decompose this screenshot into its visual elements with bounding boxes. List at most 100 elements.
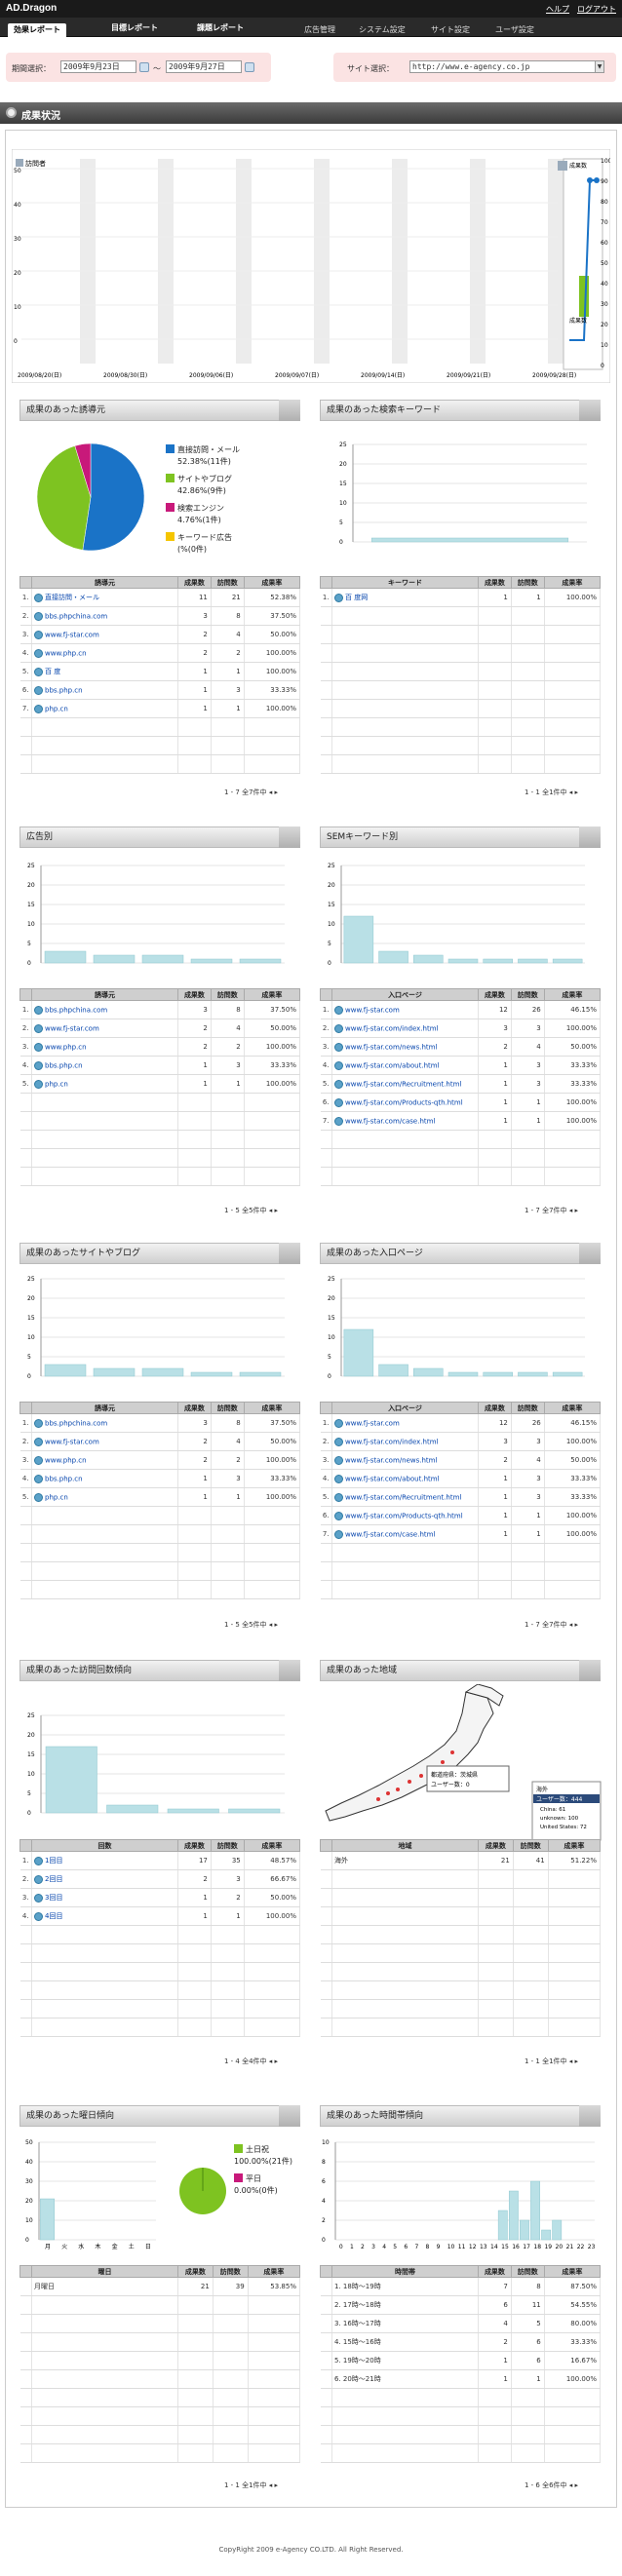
keyword-name-cell[interactable]: 百 度网 bbox=[331, 588, 479, 607]
weekday-col-header[interactable]: 成果数 bbox=[177, 2265, 214, 2278]
ad-name[interactable]: www.fj-star.com bbox=[45, 1024, 99, 1032]
entry-name-cell[interactable]: www.fj-star.com/about.html bbox=[331, 1469, 479, 1488]
source-name-cell[interactable]: php.cn bbox=[31, 699, 178, 718]
visits-col-header[interactable]: 訪問数 bbox=[210, 1839, 245, 1852]
source-col-header[interactable]: 成果数 bbox=[177, 576, 212, 589]
weekday-col-header[interactable]: 訪問数 bbox=[212, 2265, 249, 2278]
ad-name[interactable]: www.php.cn bbox=[45, 1043, 87, 1051]
entry-col-header[interactable]: 成果率 bbox=[543, 1402, 602, 1414]
site-col-header[interactable]: 誘導元 bbox=[31, 1402, 178, 1414]
site-name[interactable]: www.fj-star.com bbox=[45, 1438, 99, 1445]
hourly-name-cell[interactable]: 2. 17時〜18時 bbox=[331, 2295, 479, 2315]
visits-name[interactable]: 3回目 bbox=[45, 1894, 62, 1902]
site-name[interactable]: bbs.php.cn bbox=[45, 1475, 83, 1482]
hourly-col-header[interactable]: 時間帯 bbox=[331, 2265, 479, 2278]
source-name[interactable]: www.php.cn bbox=[45, 649, 87, 657]
region-col-header[interactable]: 成果数 bbox=[478, 1839, 514, 1852]
site-name-cell[interactable]: php.cn bbox=[31, 1487, 178, 1507]
chevron-down-icon[interactable]: ▼ bbox=[595, 61, 603, 72]
site-name-cell[interactable]: www.fj-star.com bbox=[31, 1432, 178, 1451]
keyword-col-header[interactable]: 訪問数 bbox=[510, 576, 545, 589]
nav-system-settings[interactable]: システム設定 bbox=[359, 24, 406, 35]
hourly-name-cell[interactable]: 4. 15時〜16時 bbox=[331, 2332, 479, 2352]
sem-name-cell[interactable]: www.fj-star.com bbox=[331, 1000, 479, 1019]
sem-name[interactable]: www.fj-star.com/about.html bbox=[345, 1061, 440, 1069]
sem-name-cell[interactable]: www.fj-star.com/about.html bbox=[331, 1056, 479, 1075]
source-name[interactable]: php.cn bbox=[45, 705, 68, 712]
visits-name-cell[interactable]: 4回目 bbox=[31, 1906, 178, 1926]
entry-col-header[interactable]: 訪問数 bbox=[510, 1402, 545, 1414]
visits-col-header[interactable]: 成果数 bbox=[177, 1839, 212, 1852]
ad-name[interactable]: bbs.php.cn bbox=[45, 1061, 83, 1069]
source-name[interactable]: bbs.phpchina.com bbox=[45, 612, 107, 620]
help-link[interactable]: ヘルプ bbox=[546, 4, 569, 15]
ad-name-cell[interactable]: php.cn bbox=[31, 1074, 178, 1094]
region-col-header[interactable]: 地域 bbox=[331, 1839, 479, 1852]
tab-effect-report[interactable]: 効果レポート bbox=[8, 23, 66, 37]
weekday-col-header[interactable]: 成果率 bbox=[247, 2265, 301, 2278]
source-name-cell[interactable]: www.php.cn bbox=[31, 643, 178, 663]
visits-name[interactable]: 1回目 bbox=[45, 1857, 62, 1865]
hourly-name-cell[interactable]: 3. 16時〜17時 bbox=[331, 2314, 479, 2333]
hourly-col-header[interactable]: 成果率 bbox=[543, 2265, 602, 2278]
sem-name[interactable]: www.fj-star.com/Products-qth.html bbox=[345, 1098, 463, 1106]
entry-name-cell[interactable]: www.fj-star.com/index.html bbox=[331, 1432, 479, 1451]
source-name[interactable]: www.fj-star.com bbox=[45, 631, 99, 638]
region-name-cell[interactable]: 海外 bbox=[331, 1851, 479, 1870]
visits-name-cell[interactable]: 1回目 bbox=[31, 1851, 178, 1870]
visits-name[interactable]: 2回目 bbox=[45, 1875, 62, 1883]
source-col-header[interactable]: 成果率 bbox=[243, 576, 301, 589]
ad-col-header[interactable]: 成果率 bbox=[243, 988, 301, 1001]
sem-name[interactable]: www.fj-star.com/index.html bbox=[345, 1024, 438, 1032]
site-select[interactable]: http://www.e-agency.co.jp bbox=[409, 60, 604, 73]
nav-site-settings[interactable]: サイト設定 bbox=[431, 24, 470, 35]
entry-name[interactable]: www.fj-star.com/Recruitment.html bbox=[345, 1493, 461, 1501]
site-col-header[interactable]: 成果数 bbox=[177, 1402, 212, 1414]
entry-name[interactable]: www.fj-star.com/news.html bbox=[345, 1456, 437, 1464]
sem-col-header[interactable]: 入口ページ bbox=[331, 988, 479, 1001]
weekday-name-cell[interactable]: 月曜日 bbox=[31, 2277, 178, 2296]
source-name-cell[interactable]: bbs.phpchina.com bbox=[31, 606, 178, 626]
tab-goal-report[interactable]: 目標レポート bbox=[105, 21, 164, 35]
sem-name[interactable]: www.fj-star.com/Recruitment.html bbox=[345, 1080, 461, 1088]
tab-issue-report[interactable]: 課題レポート bbox=[191, 21, 250, 35]
ad-col-header[interactable]: 誘導元 bbox=[31, 988, 178, 1001]
calendar-from-icon[interactable] bbox=[139, 62, 149, 72]
nav-user-settings[interactable]: ユーザ設定 bbox=[495, 24, 534, 35]
entry-name-cell[interactable]: www.fj-star.com/Products-qth.html bbox=[331, 1506, 479, 1525]
site-name[interactable]: www.php.cn bbox=[45, 1456, 87, 1464]
hourly-name-cell[interactable]: 1. 18時〜19時 bbox=[331, 2277, 479, 2296]
hourly-name-cell[interactable]: 6. 20時〜21時 bbox=[331, 2369, 479, 2389]
visits-col-header[interactable]: 成果率 bbox=[243, 1839, 301, 1852]
sem-col-header[interactable]: 成果数 bbox=[478, 988, 512, 1001]
entry-name-cell[interactable]: www.fj-star.com/case.html bbox=[331, 1524, 479, 1544]
period-to-input[interactable]: 2009年9月27日 bbox=[166, 60, 242, 73]
source-name-cell[interactable]: bbs.php.cn bbox=[31, 680, 178, 700]
source-name-cell[interactable]: www.fj-star.com bbox=[31, 625, 178, 644]
sem-name-cell[interactable]: www.fj-star.com/Products-qth.html bbox=[331, 1093, 479, 1112]
sem-name[interactable]: www.fj-star.com/case.html bbox=[345, 1117, 435, 1125]
nav-ad-management[interactable]: 広告管理 bbox=[304, 24, 335, 35]
keyword-col-header[interactable]: 成果数 bbox=[478, 576, 512, 589]
ad-name-cell[interactable]: bbs.php.cn bbox=[31, 1056, 178, 1075]
visits-name-cell[interactable]: 2回目 bbox=[31, 1869, 178, 1889]
entry-name-cell[interactable]: www.fj-star.com bbox=[331, 1413, 479, 1433]
ad-name[interactable]: bbs.phpchina.com bbox=[45, 1006, 107, 1014]
keyword-col-header[interactable]: キーワード bbox=[331, 576, 479, 589]
entry-name[interactable]: www.fj-star.com/Products-qth.html bbox=[345, 1512, 463, 1519]
entry-name[interactable]: www.fj-star.com/about.html bbox=[345, 1475, 440, 1482]
source-name-cell[interactable]: 百 度 bbox=[31, 662, 178, 681]
source-col-header[interactable]: 訪問数 bbox=[210, 576, 245, 589]
source-col-header[interactable]: 誘導元 bbox=[31, 576, 178, 589]
region-map[interactable]: 都道府県：茨城県 ユーザー数：0 海外 ユーザー数：444 China: 61 … bbox=[320, 1684, 603, 1850]
site-name-cell[interactable]: bbs.phpchina.com bbox=[31, 1413, 178, 1433]
entry-col-header[interactable]: 入口ページ bbox=[331, 1402, 479, 1414]
hourly-col-header[interactable]: 訪問数 bbox=[510, 2265, 545, 2278]
site-name[interactable]: php.cn bbox=[45, 1493, 68, 1501]
source-name[interactable]: 直接訪問・メール bbox=[45, 594, 99, 601]
site-col-header[interactable]: 訪問数 bbox=[210, 1402, 245, 1414]
keyword-name[interactable]: 百 度网 bbox=[345, 594, 368, 601]
visits-name[interactable]: 4回目 bbox=[45, 1912, 62, 1920]
ad-name-cell[interactable]: www.php.cn bbox=[31, 1037, 178, 1057]
sem-name-cell[interactable]: www.fj-star.com/Recruitment.html bbox=[331, 1074, 479, 1094]
